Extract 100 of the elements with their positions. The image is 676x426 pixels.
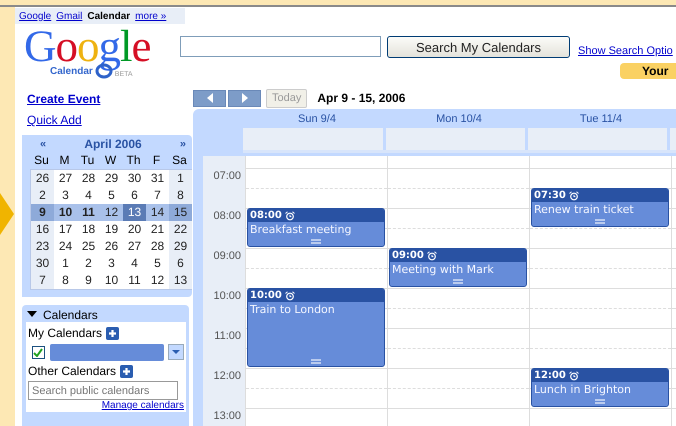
current-app-label: Calendar — [87, 10, 130, 22]
calendar-day[interactable]: 19 — [100, 221, 123, 238]
event-title: Renew train ticket — [533, 202, 635, 216]
calendar-day[interactable]: 28 — [146, 238, 169, 255]
app-link[interactable]: Google — [19, 10, 52, 22]
calendar-day[interactable]: 4 — [123, 255, 146, 272]
calendar-day[interactable]: 12 — [146, 272, 169, 289]
calendar-day[interactable]: 30 — [123, 170, 146, 187]
right-arrow-icon — [242, 93, 248, 103]
calendar-day[interactable]: 6 — [123, 187, 146, 204]
event-block[interactable]: 09:00 Meeting with Mark — [389, 248, 527, 287]
calendar-day[interactable]: 30 — [31, 255, 54, 272]
calendar-day[interactable]: 3 — [100, 255, 123, 272]
previous-week-button[interactable] — [193, 90, 226, 106]
calendar-day[interactable]: 8 — [54, 272, 77, 289]
dropdown-button[interactable] — [168, 344, 184, 360]
calendar-day[interactable]: 11 — [123, 272, 146, 289]
all-day-cell[interactable] — [386, 128, 525, 150]
day-header[interactable]: Sun 9/4 — [246, 112, 388, 124]
calendar-day[interactable]: 13 — [169, 272, 192, 289]
calendar-day[interactable]: 18 — [77, 221, 100, 238]
event-time: 12:00 — [534, 370, 566, 381]
hour-label: 11:00 — [213, 329, 242, 344]
calendar-day[interactable]: 5 — [100, 187, 123, 204]
previous-month-button[interactable]: « — [40, 138, 46, 150]
calendar-day[interactable]: 6 — [169, 255, 192, 272]
calendar-day[interactable]: 25 — [77, 238, 100, 255]
calendar-chip[interactable] — [50, 344, 164, 360]
calendar-day[interactable]: 24 — [54, 238, 77, 255]
calendar-day[interactable]: 17 — [54, 221, 77, 238]
section-label: Other Calendars — [28, 364, 116, 378]
calendar-day[interactable]: 9 — [31, 204, 54, 221]
event-time: 07:30 — [534, 190, 566, 201]
all-day-cell[interactable] — [670, 128, 676, 150]
calendar-day[interactable]: 29 — [169, 238, 192, 255]
app-link[interactable]: more » — [135, 10, 166, 22]
calendar-day[interactable]: 2 — [77, 255, 100, 272]
calendar-day[interactable]: 22 — [169, 221, 192, 238]
app-link[interactable]: Gmail — [56, 10, 82, 22]
add-icon[interactable] — [120, 364, 134, 378]
calendar-day[interactable]: 10 — [54, 204, 77, 221]
checkbox[interactable] — [32, 346, 45, 358]
event-block[interactable]: 10:00 Train to London — [247, 288, 385, 367]
day-header[interactable]: Mon 10/4 — [388, 112, 530, 124]
calendar-day[interactable]: 15 — [169, 204, 192, 221]
calendar-day[interactable]: 7 — [146, 187, 169, 204]
calendar-day[interactable]: 8 — [169, 187, 192, 204]
notice-badge: Your — [620, 63, 676, 79]
checkmark-icon — [33, 348, 44, 356]
calendar-day[interactable]: 7 — [31, 272, 54, 289]
all-day-cell[interactable] — [243, 128, 383, 150]
calendar-day[interactable]: 27 — [54, 170, 77, 187]
calendar-day[interactable]: 14 — [146, 204, 169, 221]
search-options-link[interactable]: Show Search Optio — [578, 45, 673, 57]
next-month-button[interactable]: » — [180, 138, 186, 150]
day-header[interactable]: Tue 11/4 — [530, 112, 672, 124]
event-block[interactable]: 07:30 Renew train ticket — [531, 188, 669, 227]
calendar-day[interactable]: 28 — [77, 170, 100, 187]
resize-grip-icon[interactable] — [311, 239, 321, 244]
hour-label: 13:00 — [212, 409, 242, 424]
quick-add-link[interactable]: Quick Add — [27, 113, 82, 127]
event-block[interactable]: 08:00 Breakfast meeting — [247, 208, 385, 247]
all-day-cell[interactable] — [528, 128, 667, 150]
search-button[interactable]: Search My Calendars — [387, 36, 570, 58]
resize-grip-icon[interactable] — [595, 399, 605, 404]
search-field[interactable]: Search public calendars — [28, 381, 178, 400]
calendar-day[interactable]: 2 — [31, 187, 54, 204]
calendar-day[interactable]: 31 — [146, 170, 169, 187]
calendar-day[interactable]: 21 — [146, 221, 169, 238]
create-event-link[interactable]: Create Event — [27, 92, 100, 106]
calendar-day[interactable]: 23 — [31, 238, 54, 255]
calendar-day[interactable]: 26 — [100, 238, 123, 255]
weekday-label: Th — [125, 152, 142, 169]
calendar-day[interactable]: 20 — [123, 221, 146, 238]
resize-grip-icon[interactable] — [453, 279, 463, 284]
resize-grip-icon[interactable] — [595, 219, 605, 224]
calendar-day[interactable]: 3 — [54, 187, 77, 204]
add-icon[interactable] — [106, 326, 120, 340]
calendar-day[interactable]: 12 — [100, 204, 123, 221]
caret-icon — [172, 350, 180, 354]
next-week-button[interactable] — [228, 90, 261, 106]
calendar-day[interactable]: 13 — [123, 204, 146, 221]
calendar-day[interactable]: 27 — [123, 238, 146, 255]
search-field[interactable] — [180, 36, 381, 57]
event-block[interactable]: 12:00 Lunch in Brighton — [531, 368, 669, 407]
calendar-day[interactable]: 1 — [169, 170, 192, 187]
calendar-day[interactable]: 1 — [54, 255, 77, 272]
event-title: Meeting with Mark — [391, 262, 495, 276]
calendar-day[interactable]: 9 — [77, 272, 100, 289]
calendar-day[interactable]: 4 — [77, 187, 100, 204]
calendar-day[interactable]: 11 — [77, 204, 100, 221]
weekday-label: Su — [33, 152, 50, 169]
resize-grip-icon[interactable] — [311, 359, 321, 364]
calendar-day[interactable]: 29 — [100, 170, 123, 187]
calendar-day[interactable]: 5 — [146, 255, 169, 272]
calendar-day[interactable]: 10 — [100, 272, 123, 289]
collapse-triangle-icon[interactable] — [27, 310, 37, 320]
calendar-day[interactable]: 26 — [31, 170, 54, 187]
calendar-day[interactable]: 16 — [31, 221, 54, 238]
manage-calendars-link[interactable]: Manage calendars — [102, 400, 184, 412]
